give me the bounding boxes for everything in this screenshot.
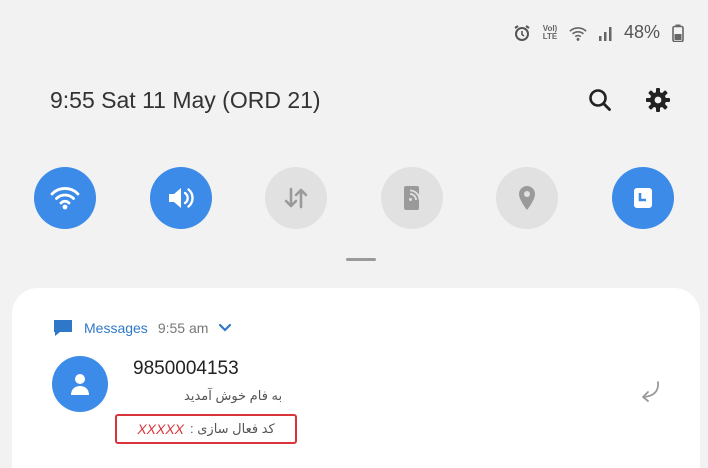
chevron-down-icon[interactable] bbox=[218, 323, 232, 333]
code-value: XXXXX bbox=[137, 421, 185, 437]
gear-icon[interactable] bbox=[644, 86, 672, 114]
message-icon bbox=[54, 320, 72, 336]
battery-percent: 48% bbox=[623, 22, 660, 42]
app-name: Messages bbox=[84, 320, 148, 336]
notification-time: 9:55 am bbox=[157, 320, 209, 336]
wifi-status-icon bbox=[568, 24, 588, 42]
secure-folder-toggle[interactable] bbox=[611, 167, 674, 229]
screen-cast-toggle[interactable] bbox=[380, 167, 443, 229]
mobile-data-icon bbox=[284, 187, 308, 209]
quick-settings-row bbox=[34, 167, 674, 229]
reply-icon[interactable] bbox=[634, 376, 664, 406]
code-label: کد فعال سازی : bbox=[190, 421, 275, 436]
location-icon bbox=[519, 186, 536, 210]
notification-app-row: Messages 9:55 am bbox=[52, 318, 232, 338]
panel-header: 9:55 Sat 11 May (ORD 21) bbox=[50, 86, 672, 114]
wifi-toggle[interactable] bbox=[34, 167, 96, 229]
activation-code-box: کد فعال سازی : XXXXX bbox=[115, 414, 297, 444]
notification-card[interactable]: Messages 9:55 am 9850004153 به فام خوش آ… bbox=[12, 288, 700, 468]
person-icon bbox=[71, 374, 89, 395]
battery-icon bbox=[668, 24, 688, 42]
volte-icon: Vol) LTE bbox=[540, 24, 560, 42]
sound-icon bbox=[168, 188, 194, 208]
signal-icon bbox=[596, 24, 616, 42]
alarm-icon bbox=[512, 24, 532, 42]
wifi-icon bbox=[50, 187, 80, 210]
status-bar: Vol) LTE 48% bbox=[512, 22, 688, 43]
sound-toggle[interactable] bbox=[149, 167, 212, 229]
date-time-title: 9:55 Sat 11 May (ORD 21) bbox=[50, 86, 321, 113]
message-line-1: به فام خوش آمدید bbox=[184, 388, 283, 403]
sender-number: 9850004153 bbox=[133, 358, 239, 379]
secure-folder-icon bbox=[633, 188, 652, 208]
avatar bbox=[52, 356, 108, 412]
search-icon[interactable] bbox=[586, 86, 614, 114]
panel-drag-handle[interactable] bbox=[346, 258, 376, 261]
screen-cast-icon bbox=[403, 186, 421, 210]
header-actions bbox=[586, 86, 672, 114]
mobile-data-toggle[interactable] bbox=[265, 167, 328, 229]
volte-bottom-label: LTE bbox=[542, 31, 558, 41]
location-toggle[interactable] bbox=[496, 167, 559, 229]
